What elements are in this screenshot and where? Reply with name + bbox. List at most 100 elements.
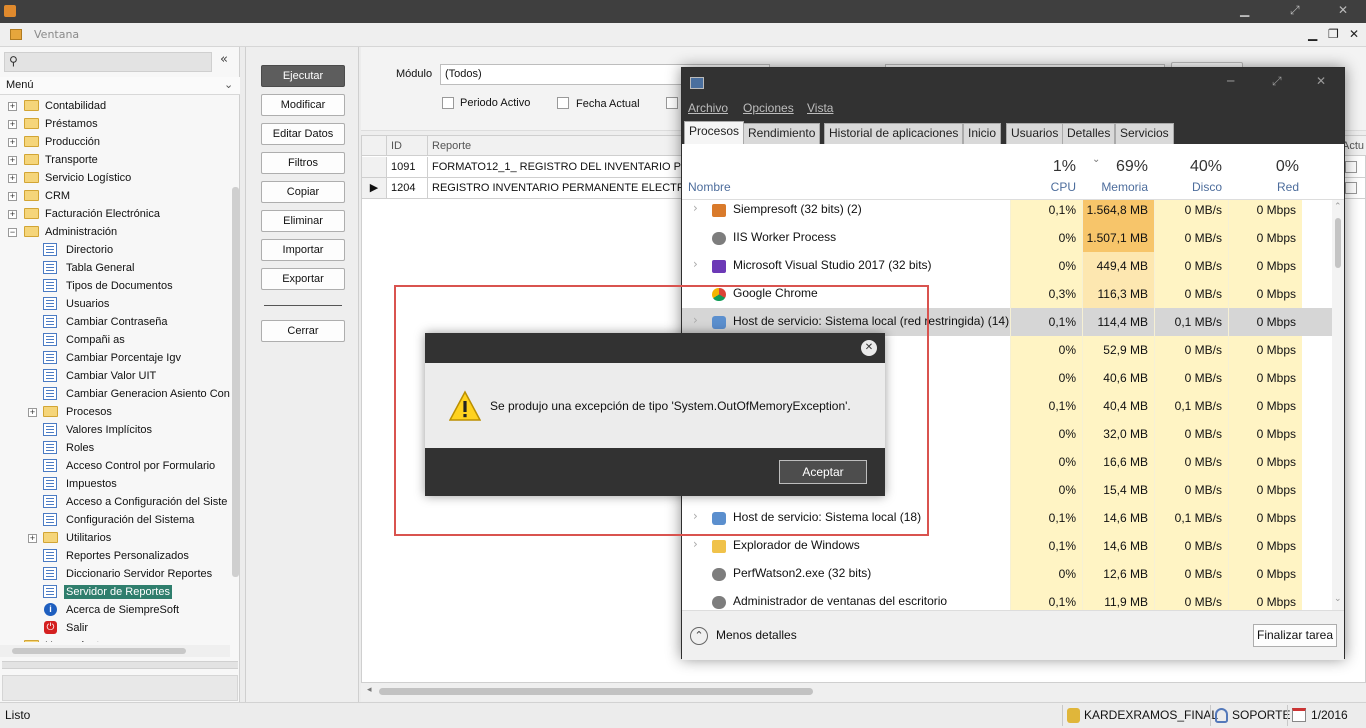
- disk-percent[interactable]: 40%: [1152, 158, 1222, 176]
- eliminar-button[interactable]: Eliminar: [261, 210, 345, 232]
- expand-icon[interactable]: +: [8, 138, 17, 147]
- sidebar-item[interactable]: + Utilitarios: [0, 529, 232, 547]
- expand-icon[interactable]: +: [28, 408, 37, 417]
- cerrar-button[interactable]: Cerrar: [261, 320, 345, 342]
- modificar-button[interactable]: Modificar: [261, 94, 345, 116]
- scroll-up-icon[interactable]: ⌃: [1334, 202, 1342, 212]
- tree-hscrollbar[interactable]: [0, 645, 230, 657]
- scroll-left-icon[interactable]: ◂: [367, 685, 372, 695]
- tab-inicio[interactable]: Inicio: [963, 123, 1002, 144]
- tab-procesos[interactable]: Procesos: [684, 121, 745, 144]
- row-checkbox[interactable]: [1345, 161, 1357, 173]
- tm-close-icon[interactable]: ✕: [1316, 74, 1326, 88]
- expand-icon[interactable]: +: [28, 534, 37, 543]
- sidebar-item[interactable]: Usuarios: [0, 295, 232, 313]
- exportar-button[interactable]: Exportar: [261, 268, 345, 290]
- sidebar-item[interactable]: Cambiar Valor UIT: [0, 367, 232, 385]
- menu-vista[interactable]: Vista: [807, 101, 833, 115]
- fecha-actual-checkbox[interactable]: [557, 97, 569, 109]
- cell-id[interactable]: 1091: [387, 157, 428, 177]
- chevron-up-icon[interactable]: ⌃: [690, 627, 708, 645]
- sidebar-item[interactable]: Cambiar Porcentaje Igv: [0, 349, 232, 367]
- sidebar-item[interactable]: Tipos de Documentos: [0, 277, 232, 295]
- cell-id[interactable]: 1204: [387, 178, 428, 198]
- current-row-indicator[interactable]: ▶: [362, 178, 387, 198]
- expand-icon[interactable]: +: [8, 120, 17, 129]
- sidebar-item[interactable]: + Contabilidad: [0, 97, 232, 115]
- child-close-icon[interactable]: ✕: [1349, 27, 1359, 41]
- restore-icon[interactable]: ⤢: [1290, 3, 1300, 18]
- expand-chevron-icon[interactable]: ›: [693, 201, 698, 215]
- menu-archivo[interactable]: Archivo: [688, 101, 728, 115]
- process-row[interactable]: › Siempresoft (32 bits) (2) 0,1% 1.564,8 MB…: [682, 200, 1332, 224]
- close-icon[interactable]: ✕: [1338, 3, 1348, 17]
- row-checkbox[interactable]: [1345, 182, 1357, 194]
- sidebar-item[interactable]: + Préstamos: [0, 115, 232, 133]
- process-vscrollbar[interactable]: ⌃ ⌄: [1332, 200, 1344, 610]
- grid-hscrollbar[interactable]: ◂: [361, 683, 1366, 701]
- cpu-percent[interactable]: 1%: [1006, 158, 1076, 176]
- sidebar-item[interactable]: + CRM: [0, 187, 232, 205]
- editar-datos-button[interactable]: Editar Datos: [261, 123, 345, 145]
- scroll-down-icon[interactable]: ⌄: [1334, 594, 1342, 604]
- tab-servicios[interactable]: Servicios: [1115, 123, 1174, 144]
- col-red[interactable]: Red: [1229, 180, 1299, 194]
- sidebar-item[interactable]: + Transporte: [0, 151, 232, 169]
- child-restore-icon[interactable]: ❐: [1328, 27, 1339, 41]
- sidebar-item[interactable]: + Producción: [0, 133, 232, 151]
- sidebar-item[interactable]: Impuestos: [0, 475, 232, 493]
- sidebar-item[interactable]: − Administración: [0, 223, 232, 241]
- collapse-panel-icon[interactable]: «: [220, 52, 228, 67]
- tree-vscrollbar[interactable]: [232, 187, 239, 577]
- sidebar-item[interactable]: Cambiar Contraseña: [0, 313, 232, 331]
- expand-chevron-icon[interactable]: ›: [693, 257, 698, 271]
- col-disco[interactable]: Disco: [1152, 180, 1222, 194]
- sidebar-item[interactable]: + Servicio Logístico: [0, 169, 232, 187]
- ejecutar-button[interactable]: Ejecutar: [261, 65, 345, 87]
- menu-opciones[interactable]: Opciones: [743, 101, 794, 115]
- sidebar-item[interactable]: Reportes Personalizados: [0, 547, 232, 565]
- sidebar-item[interactable]: Acceso Control por Formulario: [0, 457, 232, 475]
- minimize-icon[interactable]: ▁: [1240, 3, 1249, 17]
- grid-hscroll-thumb[interactable]: [379, 688, 813, 695]
- sidebar-item[interactable]: Compañi as: [0, 331, 232, 349]
- col-cpu[interactable]: CPU: [1006, 180, 1076, 194]
- process-row[interactable]: › Explorador de Windows 0,1% 14,6 MB 0 MB/s 0…: [682, 532, 1332, 560]
- sidebar-item[interactable]: i Acerca de SiempreSoft: [0, 601, 232, 619]
- process-row[interactable]: Administrador de ventanas del escritorio…: [682, 588, 1332, 610]
- filtros-button[interactable]: Filtros: [261, 152, 345, 174]
- expand-icon[interactable]: +: [8, 102, 17, 111]
- sidebar-item[interactable]: Valores Implícitos: [0, 421, 232, 439]
- process-row[interactable]: IIS Worker Process 0% 1.507,1 MB 0 MB/s 0 Mb…: [682, 224, 1332, 252]
- menos-detalles-link[interactable]: Menos detalles: [716, 628, 797, 642]
- process-row[interactable]: PerfWatson2.exe (32 bits) 0% 12,6 MB 0 MB/s…: [682, 560, 1332, 588]
- process-vscroll-thumb[interactable]: [1335, 218, 1341, 268]
- sidebar-item[interactable]: Directorio: [0, 241, 232, 259]
- tab-detalles[interactable]: Detalles: [1062, 123, 1116, 144]
- collapse-icon[interactable]: −: [8, 228, 17, 237]
- sidebar-item[interactable]: Acceso a Configuración del Siste: [0, 493, 232, 511]
- expand-icon[interactable]: +: [8, 192, 17, 201]
- periodo-activo-checkbox[interactable]: [442, 97, 454, 109]
- tab-historial[interactable]: Historial de aplicaciones: [824, 123, 964, 144]
- importar-button[interactable]: Importar: [261, 239, 345, 261]
- sidebar-item[interactable]: +Herramientas: [0, 637, 232, 642]
- child-minimize-icon[interactable]: ▁: [1308, 27, 1317, 41]
- sidebar-item[interactable]: + Procesos: [0, 403, 232, 421]
- col-nombre[interactable]: Nombre: [688, 180, 731, 194]
- tree-hscroll-thumb[interactable]: [12, 648, 186, 654]
- tm-minimize-icon[interactable]: ─: [1227, 74, 1234, 88]
- extra-checkbox[interactable]: [666, 97, 678, 109]
- search-input[interactable]: ⚲: [4, 52, 212, 72]
- grid-col-id[interactable]: ID: [387, 136, 428, 156]
- chevron-down-icon[interactable]: ⌄: [224, 78, 233, 91]
- tm-maximize-icon[interactable]: ⤢: [1272, 74, 1282, 89]
- dialog-close-icon[interactable]: ✕: [861, 340, 877, 356]
- copiar-button[interactable]: Copiar: [261, 181, 345, 203]
- mem-percent[interactable]: 69%: [1078, 158, 1148, 176]
- expand-icon[interactable]: +: [8, 174, 17, 183]
- expand-icon[interactable]: +: [8, 210, 17, 219]
- aceptar-button[interactable]: Aceptar: [779, 460, 867, 484]
- col-memoria[interactable]: Memoria: [1078, 180, 1148, 194]
- tab-rendimiento[interactable]: Rendimiento: [743, 123, 821, 144]
